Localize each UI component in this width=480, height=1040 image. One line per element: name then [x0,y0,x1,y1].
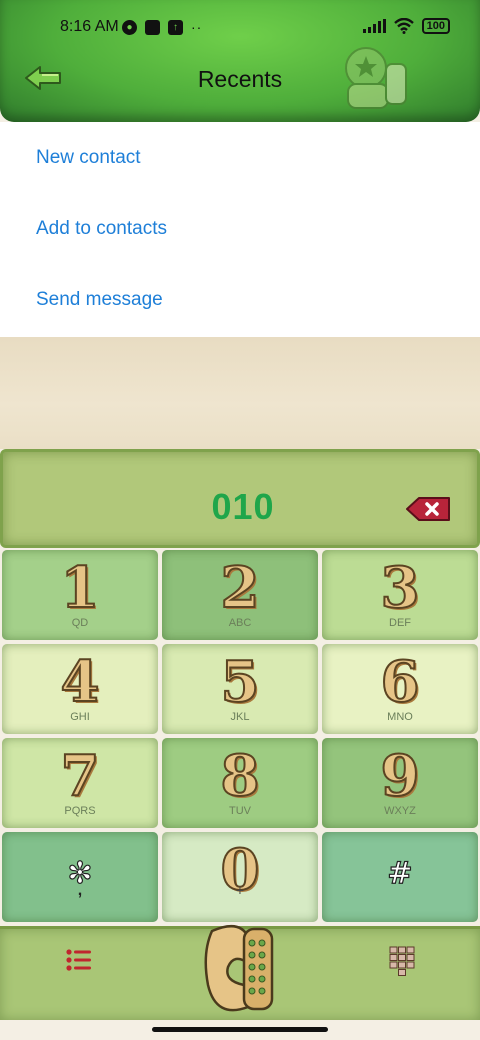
key-1[interactable]: 1 QD [0,548,160,642]
key-5[interactable]: 5 JKL [160,642,320,736]
key-0[interactable]: 0 + [160,830,320,924]
key-6-digit: 6 [380,649,421,715]
key-4-letters: GHI [70,711,90,723]
menu-list-icon[interactable] [66,949,92,971]
key-3-digit: 3 [380,555,421,621]
key-8-digit: 8 [220,743,261,809]
app-notification-icon: ● [122,19,137,35]
key-1-letters: QD [71,617,89,629]
key-6[interactable]: 6 MNO [320,642,480,736]
backspace-icon[interactable] [405,496,451,522]
send-message-option[interactable]: Send message [0,264,480,335]
number-display: 010 [0,449,480,548]
key-9-digit: 9 [380,743,421,809]
square-notification-icon [145,19,160,35]
status-time: 8:16 AM [60,18,119,35]
key-9[interactable]: 9 WXYZ [320,736,480,830]
key-8-letters: TUV [229,805,251,817]
keypad-toggle-icon[interactable] [389,946,415,976]
notification-icons: ● ↑ ·· [122,19,202,35]
key-7-letters: PQRS [64,805,96,817]
upload-notification-icon: ↑ [168,19,183,35]
recents-list-area [0,337,480,449]
home-indicator[interactable] [152,1027,328,1032]
key-7[interactable]: 7 PQRS [0,736,160,830]
key-hash[interactable]: # [320,830,480,924]
context-menu: New contact Add to contacts Send message [0,122,480,337]
key-8[interactable]: 8 TUV [160,736,320,830]
key-5-digit: 5 [220,649,261,715]
mascot-decoration-icon [345,47,407,109]
key-star[interactable]: ✻ , [0,830,160,924]
status-bar: 8:16 AM ● ↑ ·· 100 [0,14,480,42]
key-4[interactable]: 4 GHI [0,642,160,736]
key-4-digit: 4 [60,649,101,715]
key-0-letters: + [235,882,245,898]
key-2-letters: ABC [228,617,252,629]
new-contact-option[interactable]: New contact [0,122,480,193]
hash-icon: # [387,855,413,891]
dialer-action-bar [0,923,480,1020]
key-5-letters: JKL [230,711,250,723]
system-icons: 100 [362,18,450,34]
key-3-letters: DEF [389,617,411,629]
add-to-contacts-option[interactable]: Add to contacts [0,193,480,264]
key-2-digit: 2 [220,555,261,621]
key-6-letters: MNO [387,711,413,723]
battery-icon: 100 [421,18,450,34]
dial-keypad: 1 QD 2 ABC 3 DEF 4 GHI 5 JKL 6 MNO 7 PQR… [0,548,480,926]
wifi-icon [393,18,414,34]
signal-icon [362,19,386,33]
call-button-icon[interactable] [204,923,276,1015]
gesture-bar-area [0,1020,480,1040]
key-7-digit: 7 [60,743,101,809]
more-notifications-icon: ·· [191,19,203,35]
key-1-digit: 1 [60,555,101,621]
key-star-sub: , [77,882,83,899]
key-3[interactable]: 3 DEF [320,548,480,642]
key-9-letters: WXYZ [384,805,416,817]
key-2[interactable]: 2 ABC [160,548,320,642]
app-header: 8:16 AM ● ↑ ·· 100 Recents [0,0,480,122]
